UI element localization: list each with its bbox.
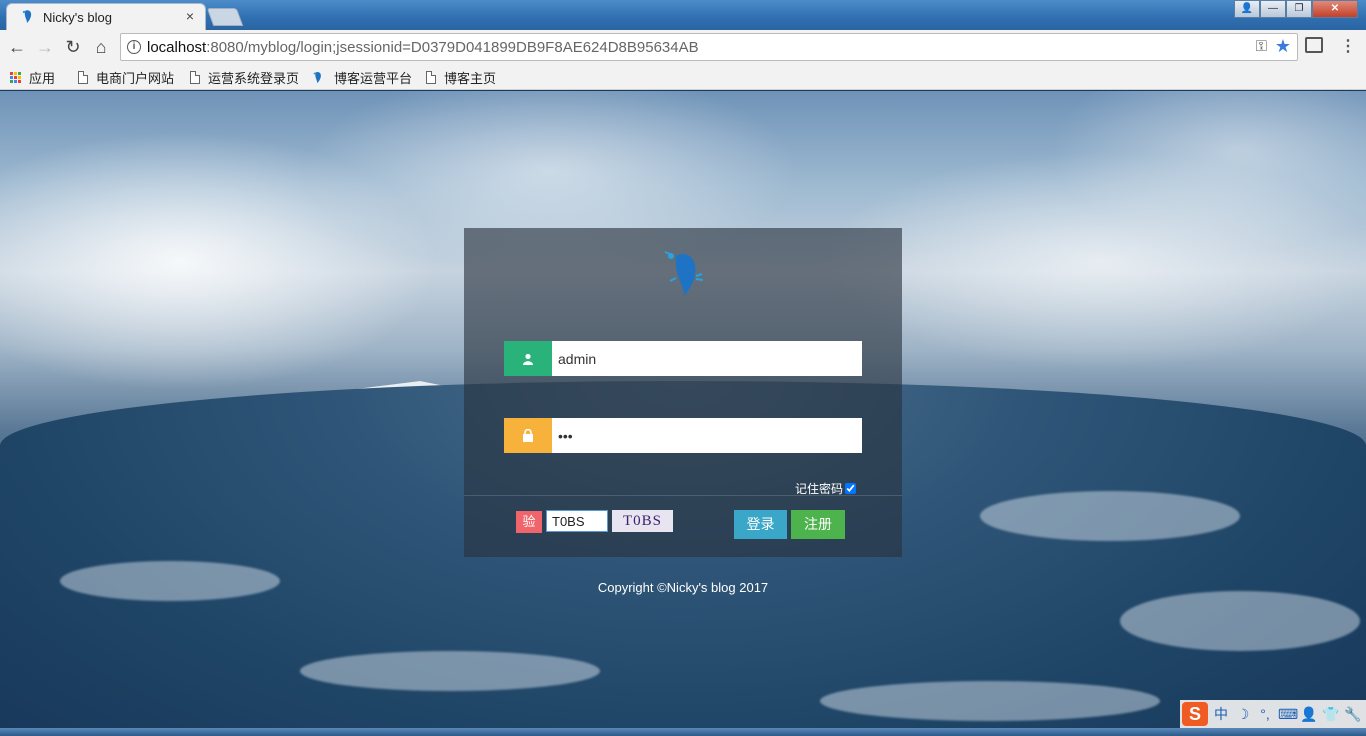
ime-toolbar: S 中 ☽ °, ⌨ 👤 👕 🔧 xyxy=(1180,700,1366,728)
tab-close-icon[interactable]: × xyxy=(183,8,197,24)
page-icon xyxy=(426,70,436,84)
punctuation-icon[interactable]: °, xyxy=(1256,706,1274,722)
password-field xyxy=(504,418,862,453)
bookmarks-bar: 应用 电商门户网站 运营系统登录页 博客运营平台 博客主页 xyxy=(0,64,1366,90)
address-bar[interactable]: i localhost:8080/myblog/login;jsessionid… xyxy=(120,33,1298,61)
bookmark-ecommerce[interactable]: 电商门户网站 xyxy=(78,68,174,86)
ime-chinese-mode[interactable]: 中 xyxy=(1212,704,1230,724)
restore-button[interactable]: ❐ xyxy=(1286,0,1312,18)
user-icon[interactable]: 👤 xyxy=(1300,706,1318,723)
sogou-ime-logo[interactable]: S xyxy=(1182,702,1208,726)
register-button[interactable]: 注册 xyxy=(791,510,845,539)
taskbar xyxy=(0,728,1366,736)
forward-icon[interactable]: → xyxy=(34,36,56,58)
close-window-button[interactable]: ✕ xyxy=(1312,0,1358,18)
skin-icon[interactable]: 👕 xyxy=(1322,706,1340,723)
settings-wrench-icon[interactable]: 🔧 xyxy=(1344,706,1362,723)
bookmark-label: 博客运营平台 xyxy=(334,70,413,86)
apps-grid-icon xyxy=(10,71,21,83)
bookmark-blog-home[interactable]: 博客主页 xyxy=(426,68,496,86)
browser-tab[interactable]: Nicky's blog × xyxy=(6,3,206,30)
browser-toolbar: ← → ↻ ⌂ i localhost:8080/myblog/login;js… xyxy=(0,30,1366,64)
login-panel: 记住密码 验 T0BS 登录 注册 xyxy=(464,228,902,557)
keyboard-icon[interactable]: ⌨ xyxy=(1278,706,1298,723)
bookmark-label: 运营系统登录页 xyxy=(208,70,300,86)
bird-favicon-icon xyxy=(22,10,32,23)
login-button[interactable]: 登录 xyxy=(734,510,787,539)
username-field xyxy=(504,341,862,376)
url-text: localhost:8080/myblog/login;jsessionid=D… xyxy=(147,39,699,56)
minimize-button[interactable]: — xyxy=(1260,0,1286,18)
bookmark-label: 博客主页 xyxy=(444,70,497,86)
tab-title: Nicky's blog xyxy=(43,10,112,25)
moon-icon[interactable]: ☽ xyxy=(1234,706,1252,723)
user-icon xyxy=(504,341,552,376)
divider xyxy=(464,495,902,496)
remember-password-checkbox[interactable] xyxy=(845,483,856,494)
lock-icon xyxy=(504,418,552,453)
back-icon[interactable]: ← xyxy=(6,36,28,58)
cast-icon[interactable] xyxy=(1305,37,1323,53)
captcha-image[interactable]: T0BS xyxy=(612,510,673,532)
home-icon[interactable]: ⌂ xyxy=(90,36,112,58)
bookmark-apps[interactable]: 应用 xyxy=(10,68,55,86)
window-controls: 👤 — ❐ ✕ xyxy=(1234,0,1358,18)
page-icon xyxy=(78,70,88,84)
captcha-badge: 验 xyxy=(516,511,542,533)
wave-foam xyxy=(1120,591,1360,651)
reload-icon[interactable]: ↻ xyxy=(62,36,84,58)
wave-foam xyxy=(300,651,600,691)
browser-menu-icon[interactable]: ⋮ xyxy=(1340,36,1356,56)
password-input[interactable] xyxy=(552,418,862,453)
bird-logo-icon xyxy=(313,71,321,84)
bookmark-label: 应用 xyxy=(29,70,56,86)
saved-password-key-icon[interactable]: ⚿ xyxy=(1256,38,1267,55)
browser-tab-strip: Nicky's blog × 👤 — ❐ ✕ xyxy=(0,0,1366,30)
wave-foam xyxy=(820,681,1160,721)
profile-icon[interactable]: 👤 xyxy=(1234,0,1260,18)
bird-logo-icon xyxy=(664,251,704,296)
copyright-text: Copyright ©Nicky's blog 2017 xyxy=(597,580,769,595)
new-tab-button[interactable] xyxy=(206,8,244,26)
page-icon xyxy=(190,70,200,84)
username-input[interactable] xyxy=(552,341,862,376)
bookmark-blog-ops[interactable]: 博客运营平台 xyxy=(312,68,412,86)
captcha-input[interactable] xyxy=(546,510,608,532)
bookmark-label: 电商门户网站 xyxy=(96,70,175,86)
bookmark-ops-login[interactable]: 运营系统登录页 xyxy=(190,68,299,86)
wave-foam xyxy=(980,491,1240,541)
bookmark-star-icon[interactable]: ★ xyxy=(1275,36,1291,57)
site-info-icon[interactable]: i xyxy=(127,40,141,54)
